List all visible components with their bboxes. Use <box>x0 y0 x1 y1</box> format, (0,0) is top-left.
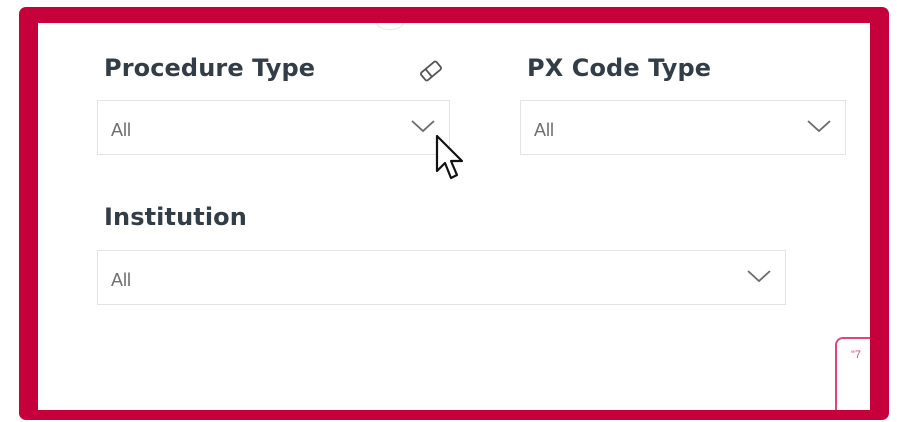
institution-label: Institution <box>104 203 247 231</box>
chevron-down-icon[interactable] <box>806 118 832 134</box>
top-handle <box>376 23 404 30</box>
px-code-type-value: All <box>534 120 555 140</box>
px-code-type-label: PX Code Type <box>527 54 712 82</box>
procedure-type-dropdown[interactable]: All <box>97 100 450 155</box>
eraser-icon[interactable] <box>416 58 446 84</box>
chevron-down-icon[interactable] <box>410 118 436 134</box>
institution-dropdown[interactable]: All <box>97 250 786 305</box>
partial-card: "7 <box>835 337 870 410</box>
partial-card-text: "7 <box>851 349 862 361</box>
procedure-type-value: All <box>111 120 132 140</box>
filter-panel: Procedure Type All PX Code Type All Inst… <box>38 23 870 410</box>
px-code-type-dropdown[interactable]: All <box>520 100 846 155</box>
institution-value: All <box>111 270 132 290</box>
chevron-down-icon[interactable] <box>746 268 772 284</box>
procedure-type-label: Procedure Type <box>104 54 316 82</box>
